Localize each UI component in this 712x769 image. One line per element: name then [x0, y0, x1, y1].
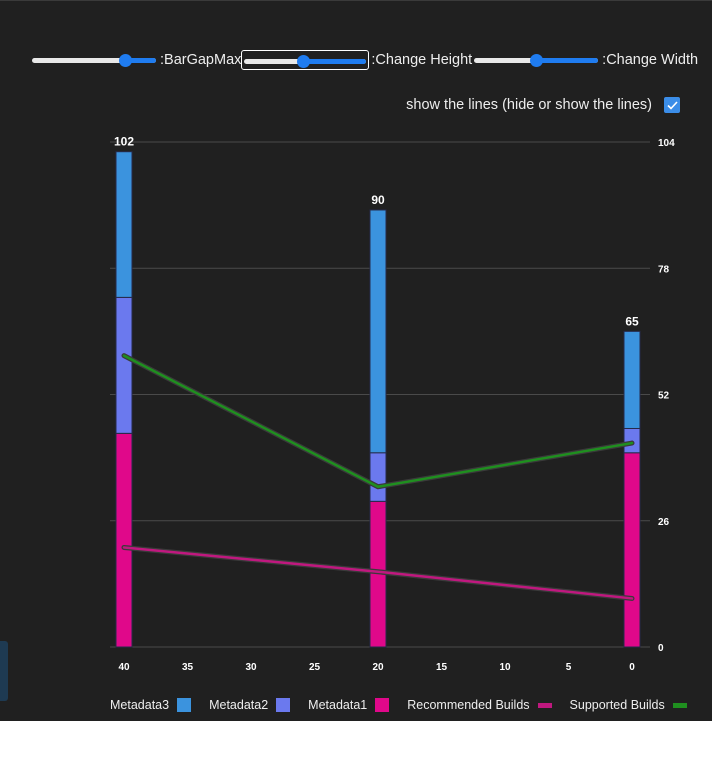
legend-label: Metadata1 [308, 698, 368, 712]
legend-label: Recommended Builds [407, 698, 530, 712]
side-panel-tab[interactable] [0, 641, 8, 701]
legend-label: Supported Builds [569, 698, 665, 712]
x-tick-label: 10 [499, 662, 511, 673]
y-tick-label: 52 [658, 391, 670, 402]
x-tick-label: 35 [182, 662, 194, 673]
y-tick-label: 78 [658, 264, 670, 275]
legend-label: Metadata2 [209, 698, 269, 712]
x-tick-label: 0 [629, 662, 635, 673]
legend-label: Metadata3 [110, 698, 170, 712]
x-tick-label: 5 [566, 662, 572, 673]
legend-item[interactable]: Metadata1 [308, 698, 390, 712]
legend-item[interactable]: Metadata2 [209, 698, 291, 712]
bar-total-label: 102 [114, 135, 134, 149]
x-tick-label: 30 [245, 662, 257, 673]
bar-metadata2 [115, 296, 133, 434]
legend-swatch [177, 698, 192, 712]
bar-metadata3 [623, 330, 641, 429]
bar-metadata1 [623, 452, 641, 648]
y-tick-label: 0 [658, 643, 664, 654]
x-tick-label: 15 [436, 662, 448, 673]
legend-swatch [537, 702, 552, 708]
bar-metadata3 [115, 151, 133, 298]
y-tick-label: 26 [658, 517, 670, 528]
legend-item[interactable]: Metadata3 [110, 698, 192, 712]
bar-total-label: 90 [371, 193, 385, 207]
x-tick-label: 25 [309, 662, 321, 673]
legend-swatch [276, 698, 291, 712]
x-tick-label: 40 [118, 662, 130, 673]
x-tick-label: 20 [372, 662, 384, 673]
legend-item[interactable]: Recommended Builds [407, 698, 552, 712]
chart-legend: Metadata3 Metadata2 Metadata1 Recommended B… [110, 698, 705, 712]
bar-metadata2 [369, 452, 387, 502]
legend-item[interactable]: Supported Builds [570, 698, 687, 712]
y-tick-label: 104 [658, 138, 675, 149]
chart-panel: :BarGapMax :Change Height :Change Width … [0, 0, 712, 721]
bar-metadata1 [115, 432, 133, 648]
stacked-bar-line-chart: 0 26 52 78 104 40 35 30 25 20 15 10 5 0 102 90 65 [110, 135, 675, 673]
legend-swatch [375, 698, 390, 712]
bar-total-label: 65 [625, 314, 639, 328]
legend-swatch [672, 702, 687, 708]
bar-metadata3 [369, 209, 387, 454]
